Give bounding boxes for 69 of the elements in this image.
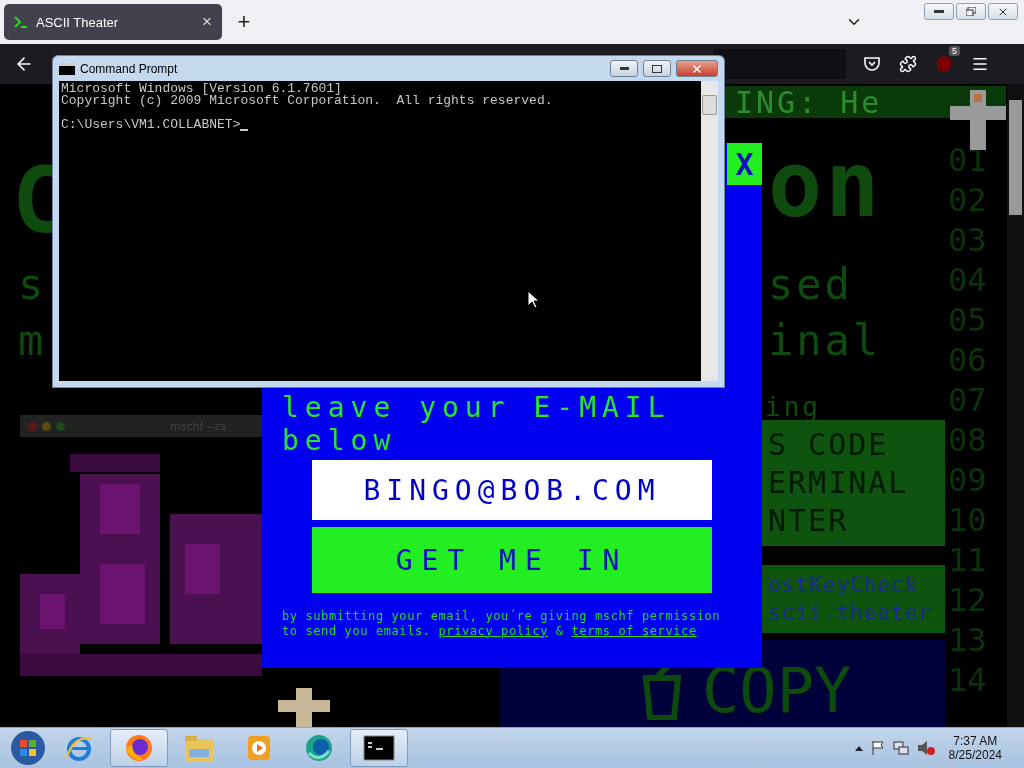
flag-icon[interactable] [870, 740, 885, 756]
clock-date: 8/25/2024 [948, 748, 1002, 762]
console-line: Microsoft Windows [Version 6.1.7601] [61, 83, 342, 95]
policy-link[interactable]: terms of service [571, 623, 697, 638]
close-button[interactable] [988, 3, 1018, 20]
ascii-text: sed [768, 264, 853, 306]
browser-tab[interactable]: ASCII Theater × [4, 4, 222, 40]
shield-icon [935, 55, 953, 73]
minimize-button[interactable] [924, 3, 954, 20]
maximize-button[interactable] [643, 60, 671, 77]
modal-heading: leave your E-MAIL [282, 391, 672, 424]
ascii-text: m [18, 320, 47, 362]
minimize-button[interactable] [610, 60, 638, 77]
ascii-text: inal [768, 320, 882, 362]
submit-button[interactable]: GET ME IN [312, 527, 712, 593]
pixel-sprite-icon [950, 90, 1006, 150]
minimize-icon [619, 67, 629, 70]
taskbar-app-button[interactable] [350, 729, 408, 767]
copy-label: COPY [702, 660, 852, 722]
new-tab-button[interactable]: + [230, 8, 258, 36]
close-icon [691, 62, 703, 75]
email-field[interactable]: BINGO@BOB.COM [312, 460, 712, 520]
folder-icon [183, 733, 215, 763]
scrollbar[interactable] [1007, 84, 1024, 727]
terminal-icon [363, 735, 395, 761]
ascii-text: on [768, 140, 883, 230]
count-badge: 5 [949, 46, 960, 56]
close-button[interactable]: X [727, 143, 762, 185]
menu-icon [971, 55, 989, 73]
close-tab-button[interactable]: × [202, 12, 212, 32]
clock-time: 7:37 AM [953, 734, 998, 748]
console-prompt: C:\Users\VM1.COLLABNET> [61, 119, 241, 131]
start-button[interactable] [8, 729, 48, 767]
caret-up-icon[interactable] [854, 745, 863, 751]
pocket-icon [863, 55, 881, 73]
close-dot-icon [28, 421, 37, 431]
panel-text: scii.theater [768, 600, 932, 627]
muted-speaker-icon[interactable] [916, 740, 935, 756]
network-icon[interactable] [892, 740, 909, 756]
restore-icon [966, 7, 976, 16]
panel-text: S CODE [768, 426, 889, 464]
mouse-pointer-icon [527, 290, 539, 309]
panel-text: NTER [768, 502, 849, 540]
ascii-text: s [18, 264, 47, 306]
disclaimer-text: by submitting your email, you´re giving mschf permission to send you emails. privacy policy & terms of service [282, 609, 722, 638]
minimize-dot-icon [42, 421, 51, 431]
pixel-sprite-icon [278, 688, 330, 727]
taskbar-app-button[interactable] [110, 729, 168, 767]
firefox-icon [124, 733, 154, 763]
terminal-prompt-icon [14, 15, 28, 29]
terminal-icon [59, 62, 75, 75]
panel-text: ostKeyCheck [768, 572, 919, 599]
zoom-dot-icon [56, 421, 65, 431]
panel-text: ERMINAL [768, 464, 909, 502]
maximize-icon [652, 64, 662, 73]
clock[interactable]: 7:37 AM 8/25/2024 [948, 734, 1002, 762]
text-cursor-icon [240, 128, 249, 131]
url-field[interactable] [714, 49, 846, 79]
tab-title: ASCII Theater [36, 14, 120, 30]
policy-link[interactable]: privacy policy [438, 623, 549, 638]
console-line: Copyright (c) 2009 Microsoft Corporation. All rights reserved. [61, 95, 554, 107]
ascii-text: ING: He [735, 88, 883, 118]
window-title: Command Prompt [80, 61, 179, 76]
modal-heading: below [282, 424, 398, 457]
scrollbar[interactable] [701, 81, 718, 381]
chat-app-icon [303, 733, 335, 763]
puzzle-icon [899, 55, 917, 73]
restore-button[interactable] [956, 3, 986, 20]
minimize-icon [934, 9, 944, 14]
